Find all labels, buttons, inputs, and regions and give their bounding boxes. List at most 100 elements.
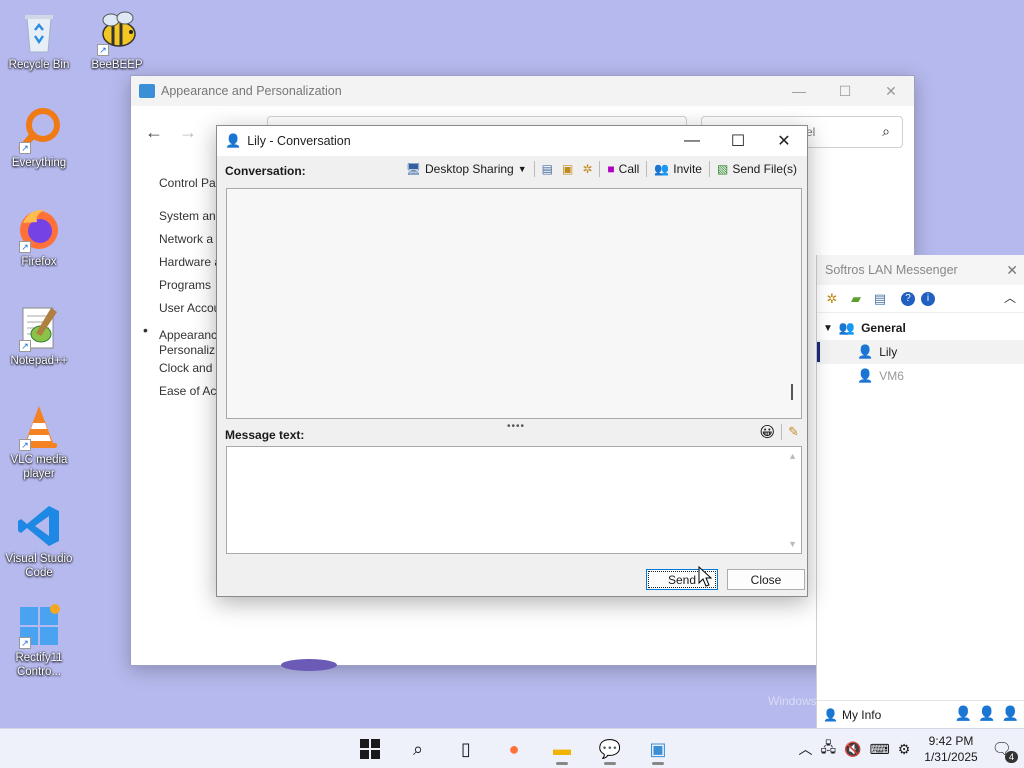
my-info-icon: 👤 xyxy=(823,707,838,722)
expand-arrow-icon[interactable]: ▼ xyxy=(823,323,833,334)
back-arrow-icon[interactable]: ← xyxy=(145,122,163,143)
taskbar-firefox[interactable]: ● xyxy=(494,733,534,765)
desktop-icon-beebeep[interactable]: ↗ BeeBEEP xyxy=(78,8,156,72)
desktop-icon-everything[interactable]: ↗ Everything xyxy=(0,106,78,170)
desktop-sharing-button[interactable]: 🖥 Desktop Sharing ▼ xyxy=(404,162,529,176)
clock-time: 9:42 PM xyxy=(928,734,974,748)
desktop-icon-firefox[interactable]: ↗ Firefox xyxy=(0,205,78,269)
invite-button[interactable]: 👥 Invite xyxy=(652,162,704,176)
nav-item-network[interactable]: Network a xyxy=(159,232,221,255)
contact-group-general[interactable]: ▼ 👥 General xyxy=(817,316,1024,340)
show-hidden-icons-chevron-icon[interactable]: ︿ xyxy=(798,739,812,759)
nav-item-clock[interactable]: Clock and xyxy=(159,361,221,384)
desktop-icon-label: Notepad++ xyxy=(10,355,68,367)
folder-icon[interactable]: ▰ xyxy=(847,290,865,308)
firefox-icon: ↗ xyxy=(15,205,63,253)
nav-item-programs[interactable]: Programs xyxy=(159,278,221,301)
contacts-button[interactable]: ▣ xyxy=(560,162,575,176)
start-button[interactable] xyxy=(350,733,390,765)
desktop-icon-recycle-bin[interactable]: Recycle Bin xyxy=(0,8,78,72)
send-files-label: Send File(s) xyxy=(732,162,797,176)
splitter-handle[interactable]: •••• xyxy=(507,421,525,432)
nav-item-ease-of-access[interactable]: Ease of Ac xyxy=(159,384,221,407)
collapse-chevron-icon[interactable]: ︿ xyxy=(1004,289,1016,306)
task-view-button[interactable]: ▯ xyxy=(446,733,486,765)
lan-messenger-titlebar[interactable]: Softros LAN Messenger ✕ xyxy=(817,255,1024,285)
desktop-sharing-icon: 🖥 xyxy=(405,162,422,176)
desktop-icon-vscode[interactable]: Visual Studio Code xyxy=(0,502,78,580)
desktop-icon-label: BeeBEEP xyxy=(91,59,143,71)
close-button[interactable]: ✕ xyxy=(761,126,807,156)
desktop-icon-label: Visual Studio Code xyxy=(5,553,73,579)
toolbar-separator xyxy=(599,161,601,177)
taskbar-control-panel[interactable]: ▣ xyxy=(638,733,678,765)
control-panel-icon: ▣ xyxy=(649,738,667,759)
desktop-icon-rectify11[interactable]: ↗ Rectify11 Contro... xyxy=(0,601,78,679)
conversation-history[interactable] xyxy=(226,188,802,419)
nav-item-user-accounts[interactable]: User Accou xyxy=(159,301,221,324)
nav-item-appearance[interactable]: Appearanc Personaliz xyxy=(143,323,221,361)
chat-bubble-icon: 💬 xyxy=(598,738,622,759)
maximize-button[interactable]: ☐ xyxy=(715,126,761,156)
status-away-icon[interactable]: 👤 xyxy=(978,705,995,722)
conversation-titlebar[interactable]: 👤 Lily - Conversation — ☐ ✕ xyxy=(217,126,807,156)
history-icon: ▤ xyxy=(541,162,553,176)
info-icon[interactable]: i xyxy=(921,291,935,306)
network-icon[interactable]: 🖧 xyxy=(820,737,836,761)
conversation-label: Conversation: xyxy=(225,164,306,178)
contact-name: VM6 xyxy=(879,369,904,383)
taskbar-file-explorer[interactable]: ▬ xyxy=(542,733,582,765)
keyboard-icon[interactable]: ⌨ xyxy=(870,741,890,758)
nav-item-system[interactable]: System an xyxy=(159,209,221,232)
contact-vm6[interactable]: 👤 VM6 xyxy=(817,364,1024,388)
minimize-button[interactable]: — xyxy=(669,126,715,156)
notification-center-button[interactable]: 🗨 4 xyxy=(992,739,1018,763)
vlc-cone-icon: ↗ xyxy=(15,403,63,451)
desktop-icon-notepadpp[interactable]: ↗ Notepad++ xyxy=(0,304,78,368)
lan-messenger-window: Softros LAN Messenger ✕ ✲ ▰ ▤ ? i ︿ ▼ 👥 … xyxy=(816,255,1024,728)
task-view-icon: ▯ xyxy=(461,738,471,759)
nav-item-hardware[interactable]: Hardware a xyxy=(159,255,221,278)
nav-item-appearance-line1: Appearanc xyxy=(159,328,218,342)
format-text-icon[interactable]: ✎ xyxy=(788,424,799,440)
call-button[interactable]: ■ Call xyxy=(605,162,641,176)
my-info-button[interactable]: My Info xyxy=(842,708,881,722)
bee-icon: ↗ xyxy=(93,8,141,56)
maximize-button[interactable]: ☐ xyxy=(822,76,868,106)
status-online-icon[interactable]: 👤 xyxy=(955,705,972,722)
clock[interactable]: 9:42 PM 1/31/2025 xyxy=(924,733,977,765)
close-dialog-button[interactable]: Close xyxy=(727,569,805,590)
windows-logo-icon xyxy=(360,739,380,759)
close-icon[interactable]: ✕ xyxy=(1006,262,1018,279)
desktop-icon-vlc[interactable]: ↗ VLC media player xyxy=(0,403,78,481)
emoji-icon[interactable]: 😀 xyxy=(759,423,775,441)
status-offline-icon[interactable]: 👤 xyxy=(1002,705,1019,722)
volume-muted-icon[interactable]: 🔇 xyxy=(844,741,861,758)
text-caret xyxy=(791,384,793,400)
nav-item-control-panel-home[interactable]: Control Pa xyxy=(159,176,221,199)
minimize-button[interactable]: — xyxy=(776,76,822,106)
desktop-icon-label: Firefox xyxy=(21,256,57,268)
settings-gear-icon[interactable]: ✲ xyxy=(823,290,841,308)
scroll-up-icon[interactable]: ▲ xyxy=(788,451,797,461)
contact-lily[interactable]: 👤 Lily xyxy=(817,340,1024,364)
contacts-icon: ▣ xyxy=(562,162,574,176)
invite-label: Invite xyxy=(673,162,702,176)
nav-item-appearance-line2: Personaliz xyxy=(159,343,216,357)
toolbar-separator xyxy=(533,161,535,177)
settings-button[interactable]: ✲ xyxy=(580,162,594,176)
control-panel-titlebar[interactable]: Appearance and Personalization — ☐ ✕ xyxy=(131,76,914,106)
send-files-button[interactable]: ▧ Send File(s) xyxy=(715,162,799,176)
forward-arrow-icon[interactable]: → xyxy=(179,122,197,143)
user-icon: 👤 xyxy=(225,133,242,148)
close-button[interactable]: ✕ xyxy=(868,76,914,106)
clock-date: 1/31/2025 xyxy=(924,750,978,764)
settings-gear-icon[interactable]: ⚙ xyxy=(898,741,911,758)
message-input[interactable]: ▲ ▼ xyxy=(226,446,802,554)
taskbar-lan-messenger[interactable]: 💬 xyxy=(590,733,630,765)
history-button[interactable]: ▤ xyxy=(540,162,555,176)
search-button[interactable]: ⌕ xyxy=(398,733,438,765)
help-icon[interactable]: ? xyxy=(901,291,915,306)
scroll-down-icon[interactable]: ▼ xyxy=(788,539,797,549)
history-icon[interactable]: ▤ xyxy=(871,290,889,308)
